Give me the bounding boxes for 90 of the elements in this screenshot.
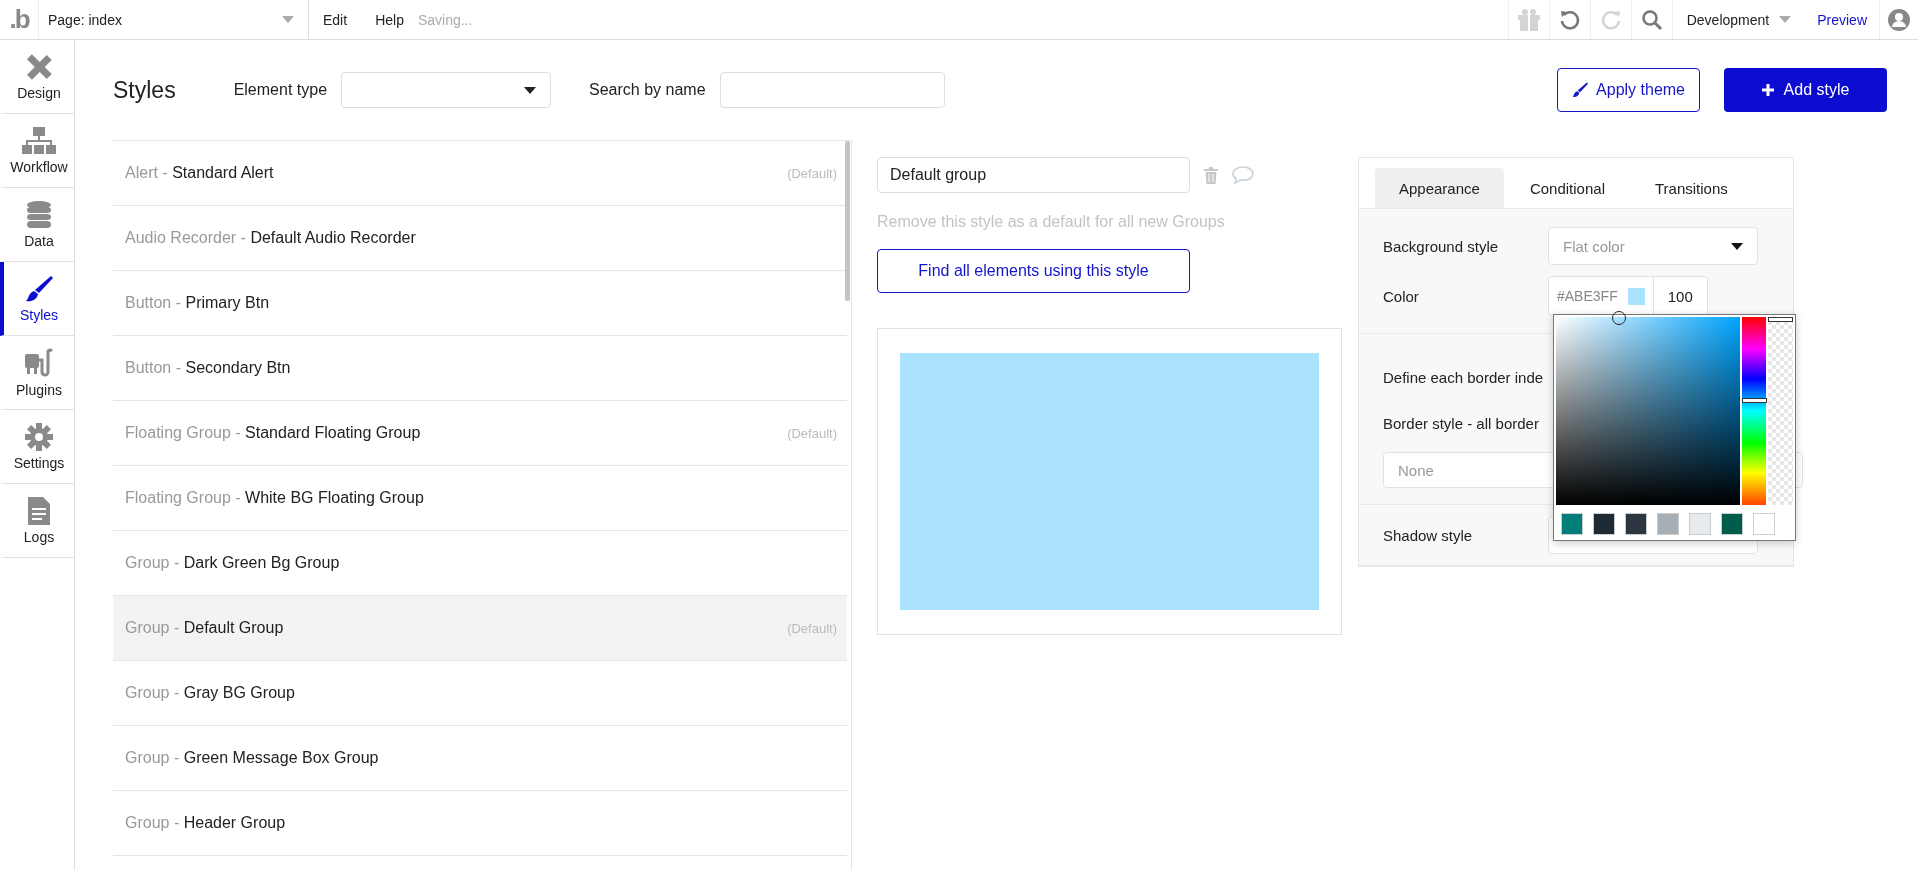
- element-type-text: Group -: [125, 684, 181, 702]
- style-row[interactable]: Group - Gray BG Group: [113, 661, 847, 726]
- search-field[interactable]: [719, 72, 945, 108]
- style-row[interactable]: Group - Default Group (Default): [113, 596, 847, 661]
- property-label: Color: [1383, 287, 1420, 305]
- sidebar-tab[interactable]: Logs: [0, 484, 74, 558]
- sidebar-tab[interactable]: Styles: [0, 262, 74, 336]
- field-label: Search by name: [589, 81, 706, 99]
- brush-icon: [25, 274, 53, 303]
- apply-theme-button[interactable]: Apply theme: [1557, 68, 1700, 112]
- brush-icon: [1572, 82, 1589, 98]
- element-type-text: Audio Recorder -: [125, 229, 247, 247]
- page-title: Styles: [113, 76, 176, 104]
- element-type-text: Button -: [125, 294, 183, 312]
- find-elements-button[interactable]: Find all elements using this style: [877, 249, 1190, 293]
- status-text: Saving...: [417, 11, 473, 28]
- style-row[interactable]: Group - Green Message Box Group: [113, 726, 847, 791]
- element-type-text: Group -: [125, 554, 181, 572]
- logo[interactable]: .b: [0, 0, 39, 39]
- style-row[interactable]: Group - Header Group: [113, 791, 847, 856]
- sidebar-tab[interactable]: Workflow: [0, 114, 74, 188]
- element-type-select[interactable]: [341, 72, 552, 108]
- panel-tab[interactable]: Conditional: [1505, 168, 1629, 208]
- element-type-text: Group -: [125, 814, 181, 832]
- property-label: Shadow style: [1383, 526, 1474, 544]
- trash-icon[interactable]: [1204, 166, 1218, 184]
- preset-swatch[interactable]: [1561, 513, 1583, 535]
- element-type-text: Alert -: [125, 164, 169, 182]
- caret-icon: [1731, 242, 1743, 250]
- sidebar-tab[interactable]: Design: [0, 40, 74, 114]
- style-row[interactable]: Floating Group - White BG Floating Group: [113, 466, 847, 531]
- default-label: (Default): [787, 425, 837, 441]
- sitemap-icon: [22, 126, 56, 155]
- default-label: (Default): [787, 165, 837, 181]
- style-name: Default Group: [183, 619, 284, 637]
- element-type-text: Button -: [125, 359, 183, 377]
- document-icon: [28, 496, 50, 525]
- style-name: Standard Floating Group: [245, 424, 421, 442]
- property-label: Background style: [1383, 237, 1500, 255]
- caret-icon: [524, 86, 537, 94]
- style-name: Default Audio Recorder: [250, 229, 416, 247]
- undo-icon[interactable]: [1558, 8, 1581, 31]
- style-name: Gray BG Group: [183, 684, 295, 702]
- style-name: Secondary Btn: [185, 359, 291, 377]
- style-name: Primary Btn: [185, 294, 270, 312]
- style-name: Green Message Box Group: [183, 749, 379, 767]
- sidebar-tab[interactable]: Plugins: [0, 336, 74, 410]
- preset-swatch[interactable]: [1625, 513, 1647, 535]
- hue-slider[interactable]: [1741, 317, 1767, 505]
- element-type-text: Group -: [125, 619, 181, 637]
- property-label: Define each border inde: [1383, 367, 1545, 388]
- style-row[interactable]: Button - Secondary Btn: [113, 336, 847, 401]
- element-type-text: Floating Group -: [125, 424, 242, 442]
- scrollbar[interactable]: [845, 141, 850, 301]
- panel-tab[interactable]: Appearance: [1375, 168, 1504, 208]
- caret-icon: [1779, 16, 1792, 23]
- style-name: Standard Alert: [172, 164, 274, 182]
- avatar-icon[interactable]: [1888, 8, 1910, 31]
- search-icon[interactable]: [1640, 8, 1663, 31]
- style-name: Dark Green Bg Group: [183, 554, 340, 572]
- page-select[interactable]: Page: index: [39, 0, 309, 39]
- add-style-button[interactable]: Add style: [1724, 68, 1887, 112]
- sidebar-tab[interactable]: Data: [0, 188, 74, 262]
- database-icon: [27, 200, 51, 229]
- comment-icon[interactable]: [1232, 166, 1254, 184]
- preset-swatch[interactable]: [1721, 513, 1743, 535]
- preset-swatch[interactable]: [1593, 513, 1615, 535]
- element-type-text: Floating Group -: [125, 489, 242, 507]
- panel-tab[interactable]: Transitions: [1630, 168, 1752, 208]
- saturation-area[interactable]: [1556, 317, 1740, 505]
- version-select[interactable]: Development: [1671, 0, 1806, 39]
- menu-item[interactable]: Edit: [309, 11, 362, 28]
- alpha-slider[interactable]: [1768, 317, 1793, 505]
- preset-swatch[interactable]: [1689, 513, 1711, 535]
- style-name: White BG Floating Group: [245, 489, 424, 507]
- style-name: Header Group: [183, 814, 286, 832]
- plus-icon: [1761, 84, 1774, 96]
- preview-link[interactable]: Preview: [1805, 0, 1880, 39]
- caret-icon: [282, 16, 294, 23]
- menu-item[interactable]: Help: [361, 11, 418, 28]
- style-row[interactable]: Floating Group - Standard Floating Group (Default): [113, 401, 847, 466]
- sidebar-tab[interactable]: Settings: [0, 410, 74, 484]
- preset-swatch[interactable]: [1753, 513, 1775, 535]
- property-label: Border style - all border: [1383, 413, 1540, 434]
- preset-swatch[interactable]: [1657, 513, 1679, 535]
- plug-icon: [25, 347, 53, 378]
- element-type-text: Group -: [125, 749, 181, 767]
- default-label: (Default): [787, 620, 837, 636]
- style-name-field[interactable]: Default group: [877, 157, 1190, 193]
- field-label: Element type: [233, 81, 328, 99]
